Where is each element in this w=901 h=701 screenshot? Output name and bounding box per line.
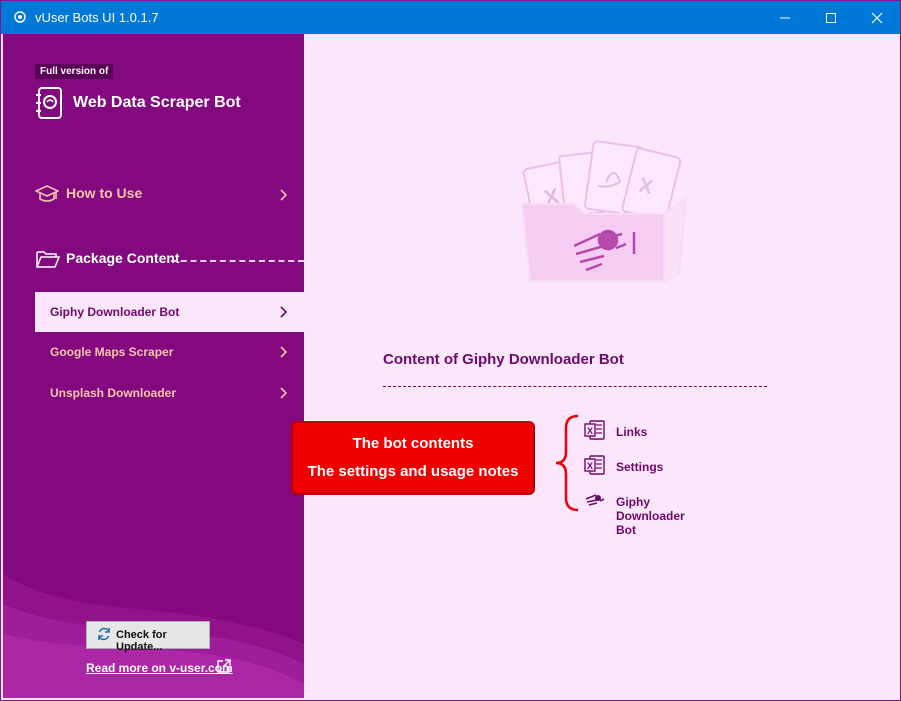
callout-line-2: The settings and usage notes [307, 463, 519, 480]
nav-how-to-use[interactable]: How to Use [3, 177, 304, 213]
close-button[interactable] [854, 1, 900, 34]
how-to-use-label: How to Use [66, 185, 143, 201]
brace-bracket [555, 414, 579, 512]
minimize-icon [780, 17, 790, 19]
sidebar: Full version of Web Data Scraper Bot How… [3, 34, 304, 698]
graduation-cap-icon [35, 185, 59, 202]
file-label: Links [616, 425, 648, 439]
bot-item-label: Giphy Downloader Bot [50, 305, 180, 319]
app-window: vUser Bots UI 1.0.1.7 Full version of We… [0, 0, 901, 701]
app-title: Web Data Scraper Bot [73, 94, 241, 111]
bot-notebook-icon [36, 87, 62, 119]
package-content-label: Package Content [66, 250, 180, 266]
full-version-badge: Full version of [35, 64, 114, 79]
minimize-button[interactable] [762, 1, 808, 34]
excel-icon: X [584, 420, 605, 440]
robot-hand-icon [585, 494, 605, 506]
svg-text:X: X [587, 426, 593, 436]
app-logo-icon [14, 11, 26, 23]
bot-item-google-maps-scraper[interactable]: Google Maps Scraper [35, 332, 304, 372]
external-link-icon[interactable] [216, 658, 232, 674]
content-title: Content of Giphy Downloader Bot [383, 351, 624, 368]
callout-line-1: The bot contents [352, 435, 474, 452]
content-divider [383, 386, 767, 387]
file-label: Settings [616, 460, 664, 474]
bot-item-label: Google Maps Scraper [50, 345, 174, 359]
check-update-label: Check for Update... [116, 629, 167, 653]
read-more-link[interactable]: Read more on v-user.com [86, 661, 233, 675]
chevron-right-icon [280, 306, 287, 318]
folder-open-icon [36, 251, 60, 268]
close-icon [871, 12, 883, 24]
file-label: Giphy Downloader Bot [616, 495, 685, 537]
callout-annotation: The bot contents The settings and usage … [291, 421, 535, 495]
chevron-right-icon [280, 189, 287, 201]
chevron-right-icon [280, 387, 287, 399]
bot-item-unsplash-downloader[interactable]: Unsplash Downloader [35, 373, 304, 413]
svg-text:X: X [587, 461, 593, 471]
check-update-button[interactable]: Check for Update... [86, 621, 210, 653]
window-title: vUser Bots UI 1.0.1.7 [35, 10, 159, 25]
excel-icon: X [584, 455, 605, 475]
maximize-icon [826, 13, 836, 23]
refresh-icon [98, 627, 110, 641]
chevron-right-icon [280, 346, 287, 358]
title-bar[interactable]: vUser Bots UI 1.0.1.7 [1, 1, 900, 34]
package-divider [171, 260, 304, 262]
maximize-button[interactable] [808, 1, 854, 34]
bot-item-giphy-downloader[interactable]: Giphy Downloader Bot [35, 292, 304, 332]
main-panel: X X Content of Giphy Downloader Bot X Li… [304, 34, 900, 700]
bot-folder-illustration: X X [520, 140, 688, 283]
bot-item-label: Unsplash Downloader [50, 386, 177, 400]
